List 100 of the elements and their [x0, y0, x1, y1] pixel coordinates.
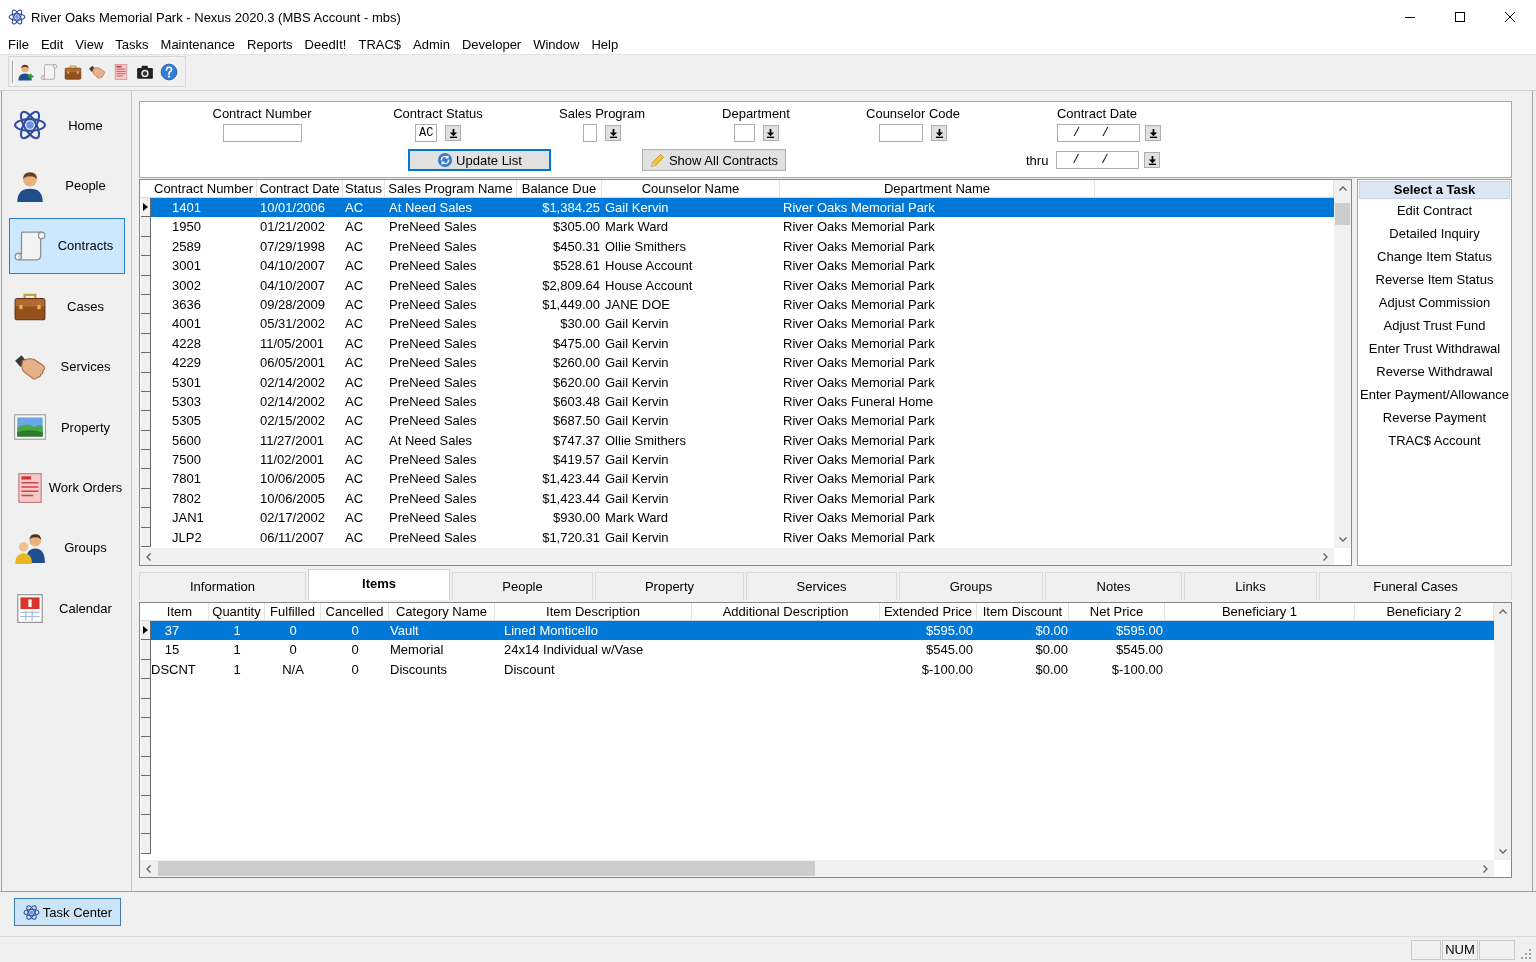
menu-item[interactable]: Help — [585, 35, 625, 53]
vertical-scrollbar[interactable] — [1494, 603, 1511, 860]
arrow-down-icon — [608, 128, 618, 138]
task-item[interactable]: Enter Payment/Allowance — [1359, 383, 1510, 406]
tab[interactable]: Services — [746, 572, 897, 600]
table-row[interactable]: 3636 09/28/2009 AC PreNeed Sales $1,449.00 JANE DOE River Oaks Memorial Park — [151, 294, 1334, 315]
dropdown-button[interactable] — [445, 125, 461, 141]
input-field[interactable] — [222, 124, 302, 142]
menu-item[interactable]: DeedIt! — [298, 35, 353, 53]
field-label: Contract Status — [393, 106, 483, 122]
table-cell-text: $-100.00 — [920, 660, 974, 679]
menu-item[interactable]: File — [2, 35, 35, 53]
help-icon[interactable] — [160, 62, 178, 81]
table-row[interactable]: 3002 04/10/2007 AC PreNeed Sales $2,809.64 House Account River Oaks Memorial Park — [151, 275, 1334, 295]
task-item[interactable]: Adjust Commission — [1359, 291, 1510, 314]
sidebar-item[interactable]: Groups — [9, 519, 125, 576]
tab[interactable]: Property — [595, 572, 744, 600]
input-field[interactable] — [879, 124, 923, 142]
task-item[interactable]: Detailed Inquiry — [1359, 222, 1510, 245]
task-item[interactable]: Edit Contract — [1359, 199, 1510, 222]
table-row[interactable]: 5305 02/15/2002 AC PreNeed Sales $687.50 Gail Kervin River Oaks Memorial Park — [151, 411, 1334, 431]
task-center-button[interactable]: Task Center — [14, 898, 121, 926]
sidebar-item[interactable]: Work Orders — [9, 459, 125, 516]
menu-item[interactable]: View — [69, 35, 110, 53]
tab[interactable]: Links — [1184, 572, 1317, 600]
tab[interactable]: Notes — [1045, 572, 1182, 600]
menu-item[interactable]: Window — [527, 35, 586, 53]
scrollbar-thumb[interactable] — [158, 861, 815, 876]
tab[interactable]: Groups — [899, 572, 1043, 600]
table-row[interactable]: 4228 11/05/2001 AC PreNeed Sales $475.00 Gail Kervin River Oaks Memorial Park — [151, 333, 1334, 354]
menu-item[interactable]: TRAC$ — [352, 35, 408, 53]
task-item[interactable]: TRAC$ Account — [1359, 429, 1510, 452]
input-field[interactable]: / / — [1056, 151, 1140, 169]
sidebar-item[interactable]: People — [9, 157, 125, 214]
table-row[interactable]: 3001 04/10/2007 AC PreNeed Sales $528.61 House Account River Oaks Memorial Park — [151, 256, 1334, 276]
add-person-icon[interactable] — [16, 62, 34, 81]
sidebar-item[interactable]: Home — [9, 97, 125, 154]
menu-item[interactable]: Edit — [34, 35, 70, 53]
table-row[interactable]: 4229 06/05/2001 AC PreNeed Sales $260.00 Gail Kervin River Oaks Memorial Park — [151, 353, 1334, 373]
horizontal-scrollbar[interactable] — [140, 548, 1334, 565]
tab[interactable]: Funeral Cases — [1319, 572, 1512, 600]
task-item[interactable]: Reverse Withdrawal — [1359, 360, 1510, 383]
dropdown-button[interactable] — [1144, 152, 1161, 168]
table-row[interactable]: DSCNT 1 N/A 0 Discounts Discount $-100.00 $0.00 $-100.00 — [151, 659, 1494, 680]
table-row[interactable]: 7500 11/02/2001 AC PreNeed Sales $419.57 Gail Kervin River Oaks Memorial Park — [151, 450, 1334, 470]
table-row[interactable]: 1401 10/01/2006 AC At Need Sales $1,384.25 Gail Kervin River Oaks Memorial Park — [151, 198, 1334, 218]
update-button[interactable]: Update List — [408, 149, 551, 171]
task-item[interactable]: Reverse Item Status — [1359, 268, 1510, 291]
table-row[interactable]: 5301 02/14/2002 AC PreNeed Sales $620.00 Gail Kervin River Oaks Memorial Park — [151, 372, 1334, 392]
menu-item[interactable]: Admin — [407, 35, 456, 53]
dropdown-button[interactable] — [762, 125, 779, 141]
vertical-scrollbar[interactable] — [1334, 180, 1351, 548]
table-cell-text: 02/14/2002 — [259, 373, 327, 392]
tab[interactable]: People — [452, 572, 593, 600]
task-item[interactable]: Enter Trust Withdrawal — [1359, 337, 1510, 360]
input-field[interactable] — [583, 124, 597, 142]
sidebar-item[interactable]: Services — [9, 338, 125, 395]
table-cell-text: JLP2 — [171, 528, 203, 547]
menu-item[interactable]: Tasks — [109, 35, 155, 53]
table-row[interactable]: 4001 05/31/2002 AC PreNeed Sales $30.00 Gail Kervin River Oaks Memorial Park — [151, 314, 1334, 334]
dropdown-button[interactable] — [1145, 125, 1161, 141]
dropdown-button[interactable] — [605, 125, 621, 141]
tab[interactable]: Information — [139, 572, 306, 600]
input-field[interactable]: / / — [1057, 124, 1140, 142]
table-row[interactable]: 5303 02/14/2002 AC PreNeed Sales $603.48 Gail Kervin River Oaks Funeral Home — [151, 391, 1334, 412]
table-row[interactable]: 15 1 0 0 Memorial 24x14 Individual w/Vase $545.00 $0.00 $545.00 — [151, 640, 1494, 660]
table-cell-text: AC — [344, 489, 365, 508]
menu-item[interactable]: Developer — [455, 35, 528, 53]
table-row[interactable]: 7802 10/06/2005 AC PreNeed Sales $1,423.44 Gail Kervin River Oaks Memorial Park — [151, 488, 1334, 509]
dropdown-button[interactable] — [931, 125, 947, 141]
sidebar-item[interactable]: Property — [9, 399, 125, 456]
table-row[interactable]: 1950 01/21/2002 AC PreNeed Sales $305.00 Mark Ward River Oaks Memorial Park — [151, 217, 1334, 237]
scrollbar-thumb[interactable] — [1335, 203, 1350, 225]
menu-item[interactable]: Reports — [241, 35, 299, 53]
table-row[interactable]: JAN1 02/17/2002 AC PreNeed Sales $930.00 Mark Ward River Oaks Memorial Park — [151, 508, 1334, 528]
sidebar-item[interactable]: Calendar — [9, 580, 125, 637]
sidebar-item[interactable]: Cases — [9, 278, 125, 335]
table-cell-text: AC — [344, 276, 365, 295]
menu-item[interactable]: Maintenance — [154, 35, 241, 53]
input-field[interactable]: AC — [415, 124, 437, 142]
table-row[interactable]: 37 1 0 0 Vault Lined Monticello $595.00 $0.00 $595.00 — [151, 621, 1494, 641]
task-item[interactable]: Change Item Status — [1359, 245, 1510, 268]
table-row[interactable]: 2589 07/29/1998 AC PreNeed Sales $450.31 Ollie Smithers River Oaks Memorial Park — [151, 236, 1334, 257]
input-field[interactable] — [733, 124, 755, 142]
briefcase-icon[interactable] — [64, 62, 82, 81]
task-item[interactable]: Reverse Payment — [1359, 406, 1510, 429]
table-cell-text: 24x14 Individual w/Vase — [503, 641, 645, 660]
table-cell-text: $30.00 — [559, 315, 601, 334]
tab[interactable]: Items — [308, 569, 450, 600]
column-header: Net Price — [1069, 603, 1165, 620]
table-row[interactable]: 7801 10/06/2005 AC PreNeed Sales $1,423.44 Gail Kervin River Oaks Memorial Park — [151, 469, 1334, 489]
table-cell-text: 0 — [350, 641, 360, 660]
show-all-button[interactable]: Show All Contracts — [642, 149, 786, 171]
form-icon[interactable] — [112, 62, 130, 81]
table-row[interactable]: 5600 11/27/2001 AC At Need Sales $747.37 Ollie Smithers River Oaks Memorial Park — [151, 430, 1334, 451]
table-cell-text: AC — [344, 412, 365, 431]
table-row[interactable]: JLP2 06/11/2007 AC PreNeed Sales $1,720.31 Gail Kervin River Oaks Memorial Park — [151, 527, 1334, 548]
sidebar-item[interactable]: Contracts — [9, 217, 125, 274]
task-item[interactable]: Adjust Trust Fund — [1359, 314, 1510, 337]
horizontal-scrollbar[interactable] — [140, 860, 1494, 877]
